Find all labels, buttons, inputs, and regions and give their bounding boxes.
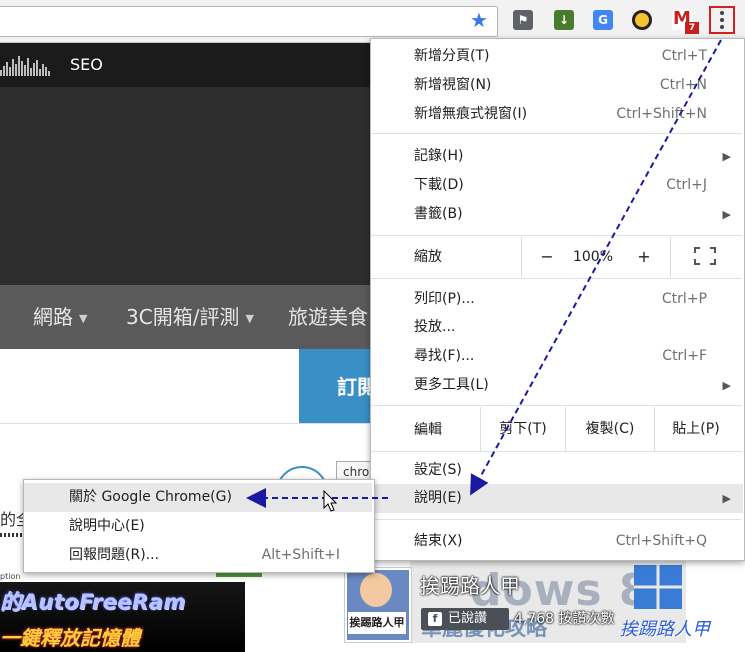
zoom-divider	[670, 237, 671, 277]
menu-item-label: 設定(S)	[414, 462, 462, 478]
menu-item-more-tools[interactable]: 更多工具(L) ▶	[370, 371, 743, 400]
cut-button[interactable]: 剪下(T)	[481, 407, 565, 451]
windows-logo	[634, 565, 682, 609]
menu-item-incognito[interactable]: 新增無痕式視窗(I) Ctrl+Shift+N	[370, 100, 743, 129]
menu-item-cast[interactable]: 投放...	[370, 313, 743, 342]
menu-separator	[371, 451, 742, 452]
menu-separator	[371, 235, 742, 236]
submenu-item-label: 說明中心(E)	[69, 518, 145, 534]
nav-item-label: 旅遊美食	[288, 305, 368, 329]
menu-item-new-window[interactable]: 新增視窗(N) Ctrl+N	[370, 71, 743, 100]
menu-separator	[371, 519, 742, 520]
watermark: 挨踢路人甲	[620, 619, 710, 640]
like-label: 已說讚	[448, 611, 488, 626]
menu-item-help[interactable]: 說明(E) ▶	[370, 484, 743, 513]
edit-label: 編輯	[414, 422, 442, 438]
copy-button[interactable]: 複製(C)	[566, 407, 654, 451]
evernote-icon[interactable]: ⚑	[513, 10, 533, 30]
banner-line-2: 一鍵釋放記憶體	[0, 626, 140, 650]
menu-shortcut: Ctrl+P	[661, 291, 707, 307]
menu-item-find[interactable]: 尋找(F)... Ctrl+F	[370, 342, 743, 371]
menu-shortcut: Ctrl+Shift+Q	[615, 533, 707, 549]
menu-item-settings[interactable]: 設定(S)	[370, 456, 743, 485]
submenu-item-label: 回報問題(R)...	[69, 547, 160, 563]
seo-link[interactable]: SEO	[70, 54, 103, 76]
avatar-face	[360, 573, 392, 607]
zoom-label: 縮放	[414, 249, 442, 265]
search-extension-icon[interactable]	[632, 10, 652, 30]
menu-shortcut: Ctrl+N	[659, 77, 707, 93]
zoom-in-button[interactable]: +	[630, 243, 658, 271]
fullscreen-icon[interactable]	[694, 247, 716, 265]
download-icon[interactable]: ↓	[554, 10, 574, 30]
menu-item-label: 結束(X)	[414, 533, 463, 549]
article-subtext: ption	[0, 572, 21, 581]
nav-item-label: 3C開箱/評測	[126, 305, 240, 329]
banner-line-1: 的AutoFreeRam	[0, 590, 186, 614]
menu-shortcut: Ctrl+Shift+N	[616, 106, 707, 122]
submenu-arrow-icon: ▶	[722, 379, 731, 392]
submenu-item-help-center[interactable]: 說明中心(E)	[24, 512, 372, 541]
submenu-arrow-icon: ▶	[722, 208, 731, 221]
menu-item-label: 下載(D)	[414, 177, 464, 193]
menu-item-label: 書籤(B)	[414, 206, 463, 222]
address-bar[interactable]	[0, 6, 498, 37]
submenu-item-about-chrome[interactable]: 關於 Google Chrome(G)	[24, 483, 372, 512]
menu-shortcut: Ctrl+J	[666, 177, 707, 193]
menu-item-downloads[interactable]: 下載(D) Ctrl+J	[370, 171, 743, 200]
zoom-out-button[interactable]: −	[533, 243, 561, 271]
caret-down-icon: ▼	[245, 311, 254, 325]
menu-separator	[371, 405, 742, 406]
menu-separator	[371, 278, 742, 279]
submenu-arrow-icon: ▶	[722, 150, 731, 163]
menu-shortcut: Alt+Shift+I	[261, 547, 340, 563]
caret-down-icon: ▼	[79, 311, 88, 325]
menu-item-history[interactable]: 記錄(H) ▶	[370, 142, 743, 171]
mouse-cursor-icon	[323, 490, 337, 512]
facebook-page-name[interactable]: 挨踢路人甲	[420, 572, 520, 600]
menu-item-label: 尋找(F)...	[414, 348, 475, 364]
paste-button[interactable]: 貼上(P)	[655, 407, 737, 451]
nav-item-network[interactable]: 網路 ▼	[33, 300, 87, 336]
menu-shortcut: Ctrl+F	[662, 348, 707, 364]
zoom-divider	[521, 237, 522, 277]
menu-item-label: 新增分頁(T)	[414, 48, 490, 64]
more-vert-icon[interactable]	[709, 6, 735, 34]
menu-item-label: 列印(P)...	[414, 291, 475, 307]
star-icon[interactable]: ★	[470, 9, 488, 31]
nav-item-travel[interactable]: 旅遊美食	[288, 300, 368, 334]
menu-item-label: 投放...	[414, 319, 456, 335]
nav-item-label: 網路	[33, 305, 73, 329]
menu-item-label: 新增視窗(N)	[414, 77, 492, 93]
menu-item-bookmarks[interactable]: 書籤(B) ▶	[370, 200, 743, 229]
article-underline	[0, 533, 24, 537]
submenu-item-label: 關於 Google Chrome(G)	[69, 489, 232, 505]
menu-item-new-tab[interactable]: 新增分頁(T) Ctrl+T	[370, 42, 743, 71]
menu-item-label: 新增無痕式視窗(I)	[414, 106, 528, 122]
menu-item-label: 說明(E)	[414, 490, 462, 506]
menu-item-label: 記錄(H)	[414, 148, 464, 164]
site-logo[interactable]	[0, 54, 52, 76]
translate-icon[interactable]: G	[593, 10, 613, 30]
menu-item-exit[interactable]: 結束(X) Ctrl+Shift+Q	[370, 527, 743, 556]
avatar-label: 挨踢路人甲	[348, 612, 406, 634]
menu-separator	[371, 133, 742, 134]
zoom-value: 100%	[572, 249, 614, 265]
menu-item-print[interactable]: 列印(P)... Ctrl+P	[370, 285, 743, 314]
submenu-arrow-icon: ▶	[722, 492, 731, 505]
submenu-item-report-issue[interactable]: 回報問題(R)... Alt+Shift+I	[24, 541, 372, 570]
nav-item-3c[interactable]: 3C開箱/評測 ▼	[126, 300, 254, 336]
menu-shortcut: Ctrl+T	[661, 48, 707, 64]
menu-item-label: 更多工具(L)	[414, 377, 489, 393]
gmail-badge: 7	[685, 22, 699, 34]
facebook-icon: f	[428, 612, 442, 626]
like-count: 4,768 按讚次數	[514, 611, 615, 627]
